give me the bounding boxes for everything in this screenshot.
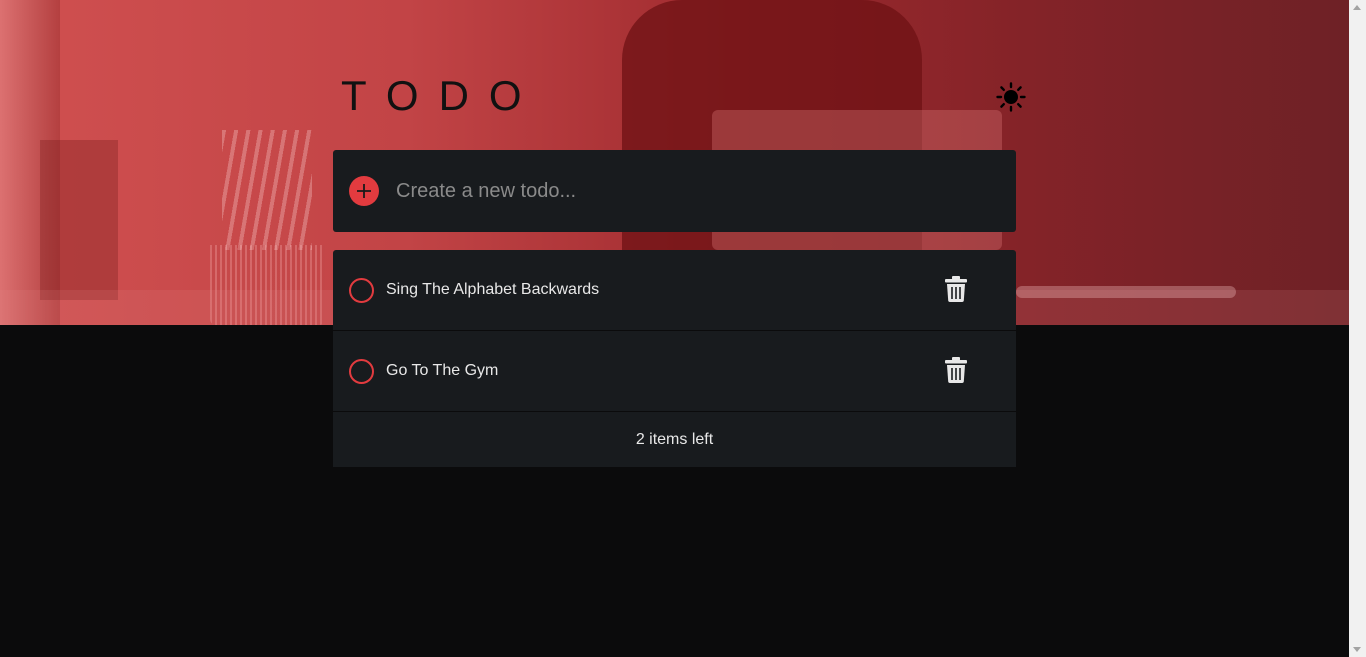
scroll-down-arrow-icon[interactable] bbox=[1353, 647, 1361, 652]
todo-item: Sing The Alphabet Backwards bbox=[333, 250, 1016, 331]
todo-label: Go To The Gym bbox=[386, 362, 499, 379]
app-header: TODO bbox=[341, 72, 1031, 122]
add-todo-button[interactable] bbox=[349, 176, 379, 206]
todo-checkbox[interactable] bbox=[349, 358, 374, 384]
background-box bbox=[40, 140, 118, 300]
trash-icon bbox=[945, 276, 967, 302]
todo-footer: 2 items left bbox=[333, 412, 1016, 467]
delete-todo-button[interactable] bbox=[945, 276, 967, 302]
background-cable bbox=[1016, 286, 1236, 298]
scroll-up-arrow-icon[interactable] bbox=[1353, 5, 1361, 10]
app-title: TODO bbox=[341, 72, 542, 119]
items-left-count: 2 items left bbox=[635, 430, 714, 448]
background-pens bbox=[222, 130, 312, 250]
sun-icon bbox=[996, 82, 1026, 112]
delete-todo-button[interactable] bbox=[945, 357, 967, 383]
new-todo-input[interactable] bbox=[396, 171, 976, 211]
todo-label: Sing The Alphabet Backwards bbox=[386, 281, 600, 298]
new-todo-bar bbox=[333, 150, 1016, 232]
todo-checkbox[interactable] bbox=[349, 277, 374, 303]
theme-toggle-button[interactable] bbox=[995, 81, 1027, 113]
plus-icon bbox=[357, 184, 371, 198]
vertical-scrollbar[interactable] bbox=[1349, 0, 1366, 657]
todo-item: Go To The Gym bbox=[333, 331, 1016, 412]
trash-icon bbox=[945, 357, 967, 383]
todo-list: Sing The Alphabet Backwards Go To The Gy… bbox=[333, 250, 1016, 467]
